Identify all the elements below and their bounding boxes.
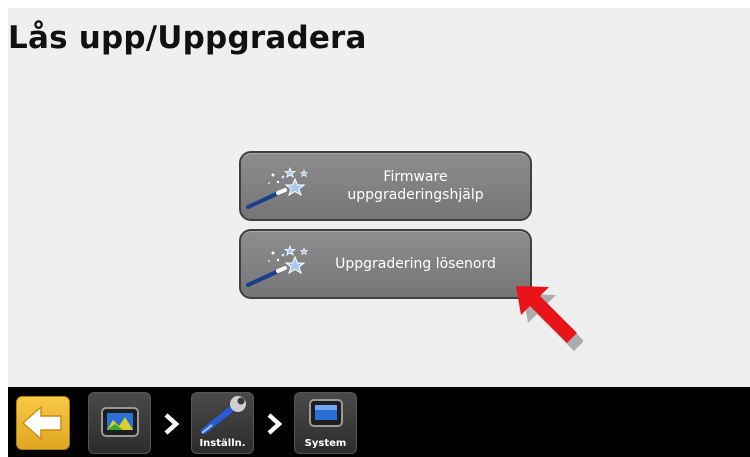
system-label: System bbox=[304, 438, 347, 449]
red-pointer-arrow-icon bbox=[516, 286, 583, 351]
page-title: Lås upp/Uppgradera bbox=[8, 20, 367, 56]
wrench-icon bbox=[201, 396, 246, 434]
magic-wand-icon bbox=[246, 166, 309, 209]
bottom-taskbar: Inställn. System bbox=[8, 387, 750, 457]
magic-wand-icon bbox=[246, 244, 309, 287]
system-button[interactable]: System bbox=[294, 392, 357, 454]
settings-label: Inställn. bbox=[199, 438, 246, 449]
settings-button[interactable]: Inställn. bbox=[191, 392, 254, 454]
firmware-upgrade-help-button[interactable]: Firmware uppgraderingshjälp bbox=[239, 151, 532, 221]
display-terminal-icon bbox=[101, 407, 139, 437]
button-label-line1: Firmware bbox=[383, 169, 448, 185]
home-display-button[interactable] bbox=[88, 392, 151, 454]
back-arrow-icon bbox=[21, 405, 62, 441]
chevron-right-icon bbox=[164, 413, 180, 435]
button-label: Uppgradering lösenord bbox=[335, 256, 496, 272]
back-button[interactable] bbox=[16, 396, 70, 450]
upgrade-password-button[interactable]: Uppgradering lösenord bbox=[239, 229, 532, 299]
button-label-line2: uppgraderingshjälp bbox=[347, 187, 484, 203]
chevron-right-icon bbox=[267, 413, 283, 435]
display-terminal-icon bbox=[309, 399, 343, 427]
